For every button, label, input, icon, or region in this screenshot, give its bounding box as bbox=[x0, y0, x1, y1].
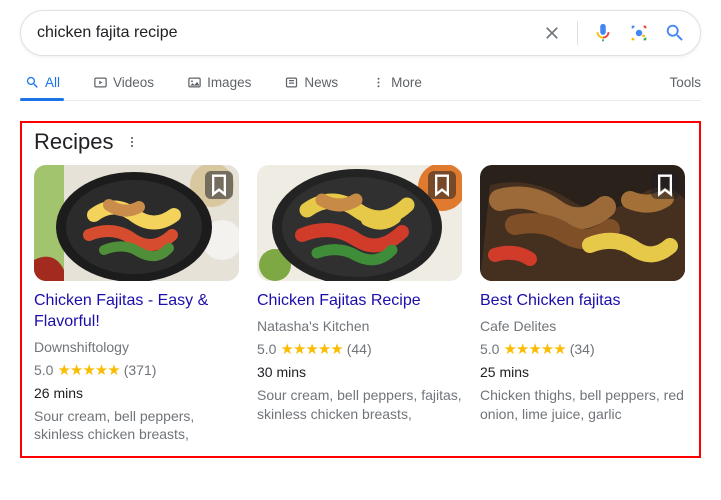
recipe-rating: 5.0 ★★★★★ (371) bbox=[34, 361, 239, 379]
tab-label: More bbox=[391, 75, 422, 90]
tab-label: All bbox=[45, 75, 60, 90]
recipe-ingredients: Chicken thighs, bell peppers, red onion,… bbox=[480, 386, 685, 424]
separator bbox=[577, 21, 578, 45]
image-icon bbox=[186, 74, 202, 90]
tab-label: Videos bbox=[113, 75, 154, 90]
recipe-cards: Chicken Fajitas - Easy & Flavorful! Down… bbox=[34, 165, 687, 444]
recipe-rating: 5.0 ★★★★★ (34) bbox=[480, 340, 685, 358]
star-icon: ★★★★★ bbox=[280, 340, 342, 358]
recipe-source: Downshiftology bbox=[34, 339, 239, 355]
video-icon bbox=[92, 74, 108, 90]
search-input[interactable] bbox=[35, 23, 541, 43]
recipe-time: 25 mins bbox=[480, 364, 685, 380]
recipe-thumbnail bbox=[480, 165, 685, 281]
bookmark-icon[interactable] bbox=[205, 171, 233, 199]
tab-images[interactable]: Images bbox=[182, 74, 255, 100]
search-small-icon bbox=[24, 74, 40, 90]
recipe-rating: 5.0 ★★★★★ (44) bbox=[257, 340, 462, 358]
recipe-thumbnail bbox=[257, 165, 462, 281]
recipe-ingredients: Sour cream, bell peppers, skinless chick… bbox=[34, 407, 239, 445]
recipes-options-icon[interactable] bbox=[123, 133, 141, 151]
mic-icon[interactable] bbox=[592, 22, 614, 44]
recipe-time: 30 mins bbox=[257, 364, 462, 380]
news-icon bbox=[283, 74, 299, 90]
recipe-title: Chicken Fajitas Recipe bbox=[257, 291, 462, 312]
recipes-heading: Recipes bbox=[34, 129, 113, 155]
clear-icon[interactable] bbox=[541, 22, 563, 44]
recipe-source: Natasha's Kitchen bbox=[257, 318, 462, 334]
tools-button[interactable]: Tools bbox=[669, 75, 701, 100]
recipe-card[interactable]: Chicken Fajitas Recipe Natasha's Kitchen… bbox=[257, 165, 462, 444]
bookmark-icon[interactable] bbox=[428, 171, 456, 199]
search-bar[interactable] bbox=[20, 10, 701, 56]
recipes-highlight: Recipes bbox=[20, 121, 701, 458]
recipe-title: Chicken Fajitas - Easy & Flavorful! bbox=[34, 291, 239, 333]
recipe-card[interactable]: Best Chicken fajitas Cafe Delites 5.0 ★★… bbox=[480, 165, 685, 444]
recipe-card[interactable]: Chicken Fajitas - Easy & Flavorful! Down… bbox=[34, 165, 239, 444]
bookmark-icon[interactable] bbox=[651, 171, 679, 199]
recipe-thumbnail bbox=[34, 165, 239, 281]
lens-icon[interactable] bbox=[628, 22, 650, 44]
star-icon: ★★★★★ bbox=[503, 340, 565, 358]
tab-videos[interactable]: Videos bbox=[88, 74, 158, 100]
tab-label: News bbox=[304, 75, 338, 90]
tabs-row: All Videos Images News More Tools bbox=[20, 74, 701, 101]
tab-all[interactable]: All bbox=[20, 74, 64, 100]
recipe-ingredients: Sour cream, bell peppers, fajitas, skinl… bbox=[257, 386, 462, 424]
star-icon: ★★★★★ bbox=[57, 361, 119, 379]
recipe-time: 26 mins bbox=[34, 385, 239, 401]
tab-more[interactable]: More bbox=[366, 74, 426, 100]
search-icon[interactable] bbox=[664, 22, 686, 44]
tab-news[interactable]: News bbox=[279, 74, 342, 100]
recipe-title: Best Chicken fajitas bbox=[480, 291, 685, 312]
recipe-source: Cafe Delites bbox=[480, 318, 685, 334]
more-dots-icon bbox=[370, 74, 386, 90]
tab-label: Images bbox=[207, 75, 251, 90]
